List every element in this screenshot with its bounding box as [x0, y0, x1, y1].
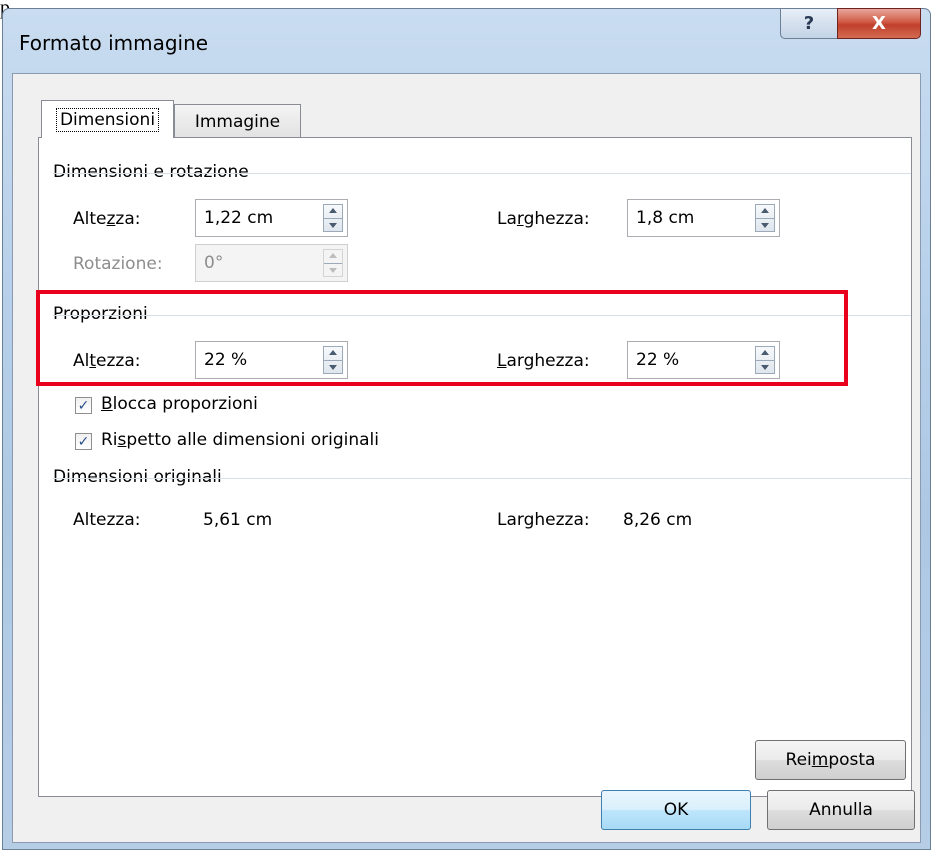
- ok-button[interactable]: OK: [601, 790, 751, 830]
- original-width-label: Larghezza:: [497, 510, 590, 530]
- rotation-spinner: 0°: [195, 244, 348, 282]
- height-spinner[interactable]: 1,22 cm: [195, 199, 348, 237]
- dialog-title: Formato immagine: [19, 31, 209, 55]
- reset-button[interactable]: Reimposta: [755, 740, 906, 780]
- annotation-highlight-box: [36, 290, 848, 386]
- rotation-spin-arrows: [323, 249, 343, 277]
- ok-button-label: OK: [663, 800, 689, 820]
- checkmark-icon: ✓: [77, 433, 90, 450]
- help-button[interactable]: ?: [780, 8, 838, 39]
- group-size-rotation-title: Dimensioni e rotazione: [53, 162, 259, 182]
- help-icon: ?: [803, 13, 815, 34]
- spin-down-icon: [329, 268, 337, 273]
- spin-down-icon: [329, 223, 337, 228]
- original-width-value: 8,26 cm: [623, 510, 693, 530]
- tab-dimensioni-label: Dimensioni: [55, 107, 160, 132]
- width-value: 1,8 cm: [636, 208, 695, 228]
- close-icon: X: [872, 13, 886, 34]
- original-height-value: 5,61 cm: [203, 510, 273, 530]
- spin-down-icon: [761, 223, 769, 228]
- spin-up-icon: [329, 253, 337, 258]
- spin-up-icon: [329, 208, 337, 213]
- relative-original-label: Rispetto alle dimensioni originali: [101, 430, 379, 450]
- original-height-label: Altezza:: [73, 510, 141, 530]
- dialog-window: Formato immagine ? X Dimensioni Immagine…: [2, 8, 931, 850]
- width-spin-arrows[interactable]: [755, 204, 775, 232]
- cancel-button[interactable]: Annulla: [767, 790, 915, 830]
- tab-immagine-label: Immagine: [194, 111, 281, 132]
- tab-panel: Dimensioni e rotazione Altezza: 1,22 cm …: [38, 137, 912, 797]
- height-value: 1,22 cm: [204, 208, 274, 228]
- reset-button-label: Reimposta: [785, 750, 876, 770]
- dialog-client-area: Dimensioni Immagine Dimensioni e rotazio…: [12, 73, 921, 843]
- height-spin-arrows[interactable]: [323, 204, 343, 232]
- tab-immagine[interactable]: Immagine: [174, 104, 301, 138]
- checkmark-icon: ✓: [77, 397, 90, 414]
- cancel-button-label: Annulla: [809, 800, 873, 820]
- close-button[interactable]: X: [837, 8, 921, 39]
- group-separator: [53, 173, 911, 174]
- lock-aspect-checkbox[interactable]: ✓: [75, 397, 92, 414]
- group-separator: [53, 478, 911, 479]
- width-label: Larghezza:: [497, 209, 590, 229]
- relative-original-checkbox[interactable]: ✓: [75, 433, 92, 450]
- spin-up-icon: [761, 208, 769, 213]
- lock-aspect-label: Blocca proporzioni: [101, 394, 258, 414]
- title-bar: Formato immagine ? X: [3, 8, 930, 71]
- rotation-label: Rotazione:: [73, 254, 163, 274]
- tab-dimensioni[interactable]: Dimensioni: [41, 100, 174, 138]
- width-spinner[interactable]: 1,8 cm: [627, 199, 780, 237]
- rotation-value: 0°: [204, 253, 224, 273]
- height-label: Altezza:: [73, 209, 141, 229]
- group-original-size-title: Dimensioni originali: [53, 467, 232, 487]
